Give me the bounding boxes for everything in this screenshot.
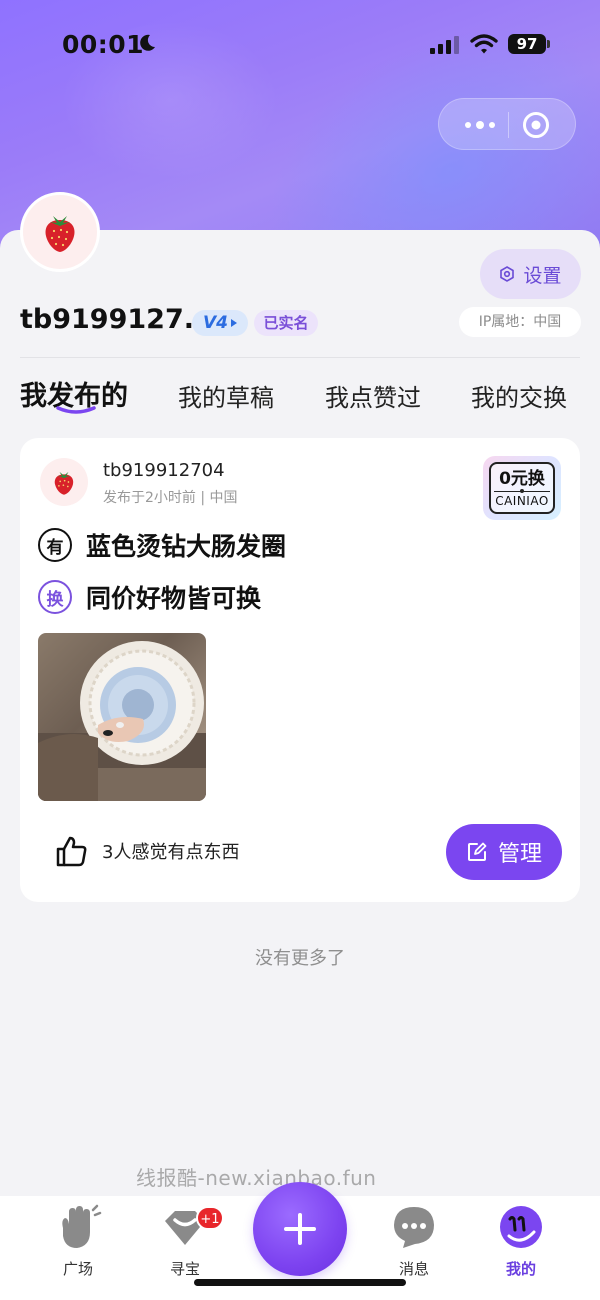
no-more-text: 没有更多了 xyxy=(255,948,345,969)
more-icon[interactable] xyxy=(465,115,497,135)
thumbs-up-icon[interactable] xyxy=(54,834,88,868)
home-indicator xyxy=(194,1279,406,1286)
post-meta: 发布于2小时前 | 中国 xyxy=(103,490,238,506)
username: tb9199127... xyxy=(20,304,215,335)
exchange-item-row: 换 同价好物皆可换 xyxy=(38,579,261,615)
settings-button[interactable]: 设置 xyxy=(480,249,581,299)
manage-button[interactable]: 管理 xyxy=(446,824,562,880)
publish-button[interactable] xyxy=(253,1182,347,1276)
profile-icon xyxy=(500,1206,542,1248)
active-tab-indicator xyxy=(56,406,96,414)
tabbar-item-mine[interactable]: 我的 xyxy=(481,1202,561,1279)
post-username: tb919912704 xyxy=(103,460,225,481)
likes-text: 3人感觉有点东西 xyxy=(102,842,240,863)
item-photo[interactable] xyxy=(38,633,206,801)
have-icon: 有 xyxy=(38,528,72,562)
treasure-notification-badge: +1 xyxy=(196,1206,224,1230)
tab-exchanges[interactable]: 我的交换 xyxy=(471,378,567,413)
exchange-icon: 换 xyxy=(38,580,72,614)
like-row[interactable]: 3人感觉有点东西 xyxy=(54,834,239,868)
tabbar-item-square[interactable]: 广场 xyxy=(38,1202,118,1279)
tab-liked[interactable]: 我点赞过 xyxy=(325,378,421,413)
edit-icon xyxy=(467,842,487,861)
exchange-item-text: 同价好物皆可换 xyxy=(86,584,262,613)
miniprogram-capsule xyxy=(438,98,576,150)
moon-icon xyxy=(140,34,155,51)
strawberry-icon xyxy=(45,216,75,252)
divider xyxy=(20,357,580,358)
post-avatar[interactable] xyxy=(40,458,88,506)
tab-drafts[interactable]: 我的草稿 xyxy=(178,378,274,413)
cellular-signal-icon xyxy=(430,36,459,54)
level-badge[interactable]: V4 xyxy=(192,310,248,336)
watermark: 线报酷-new.xianbao.fun xyxy=(136,1166,377,1190)
have-item-row: 有 蓝色烫钻大肠发圈 xyxy=(38,527,286,563)
hand-wave-icon xyxy=(62,1204,102,1248)
post-card[interactable]: tb919912704 发布于2小时前 | 中国 0元换 CAINIAO 有 蓝… xyxy=(20,438,580,902)
message-icon xyxy=(394,1207,434,1248)
status-time: 00:01 xyxy=(62,30,145,59)
manage-label: 管理 xyxy=(497,842,542,867)
status-bar: 00:01 97 xyxy=(0,0,600,90)
verified-badge: 已实名 xyxy=(254,310,318,336)
settings-label: 设置 xyxy=(523,264,562,287)
close-miniprogram-icon[interactable] xyxy=(522,111,550,139)
zero-yuan-exchange-badge: 0元换 CAINIAO xyxy=(483,456,561,520)
play-triangle-icon xyxy=(231,319,237,327)
strawberry-icon xyxy=(54,471,74,495)
have-item-text: 蓝色烫钻大肠发圈 xyxy=(86,532,287,561)
wifi-icon xyxy=(470,34,498,54)
battery-indicator: 97 xyxy=(508,34,550,54)
plus-icon xyxy=(284,1213,316,1245)
tabbar-item-messages[interactable]: 消息 xyxy=(374,1202,454,1279)
ip-location: IP属地：中国 xyxy=(459,307,581,337)
avatar[interactable] xyxy=(20,192,100,272)
gear-icon xyxy=(500,266,515,282)
